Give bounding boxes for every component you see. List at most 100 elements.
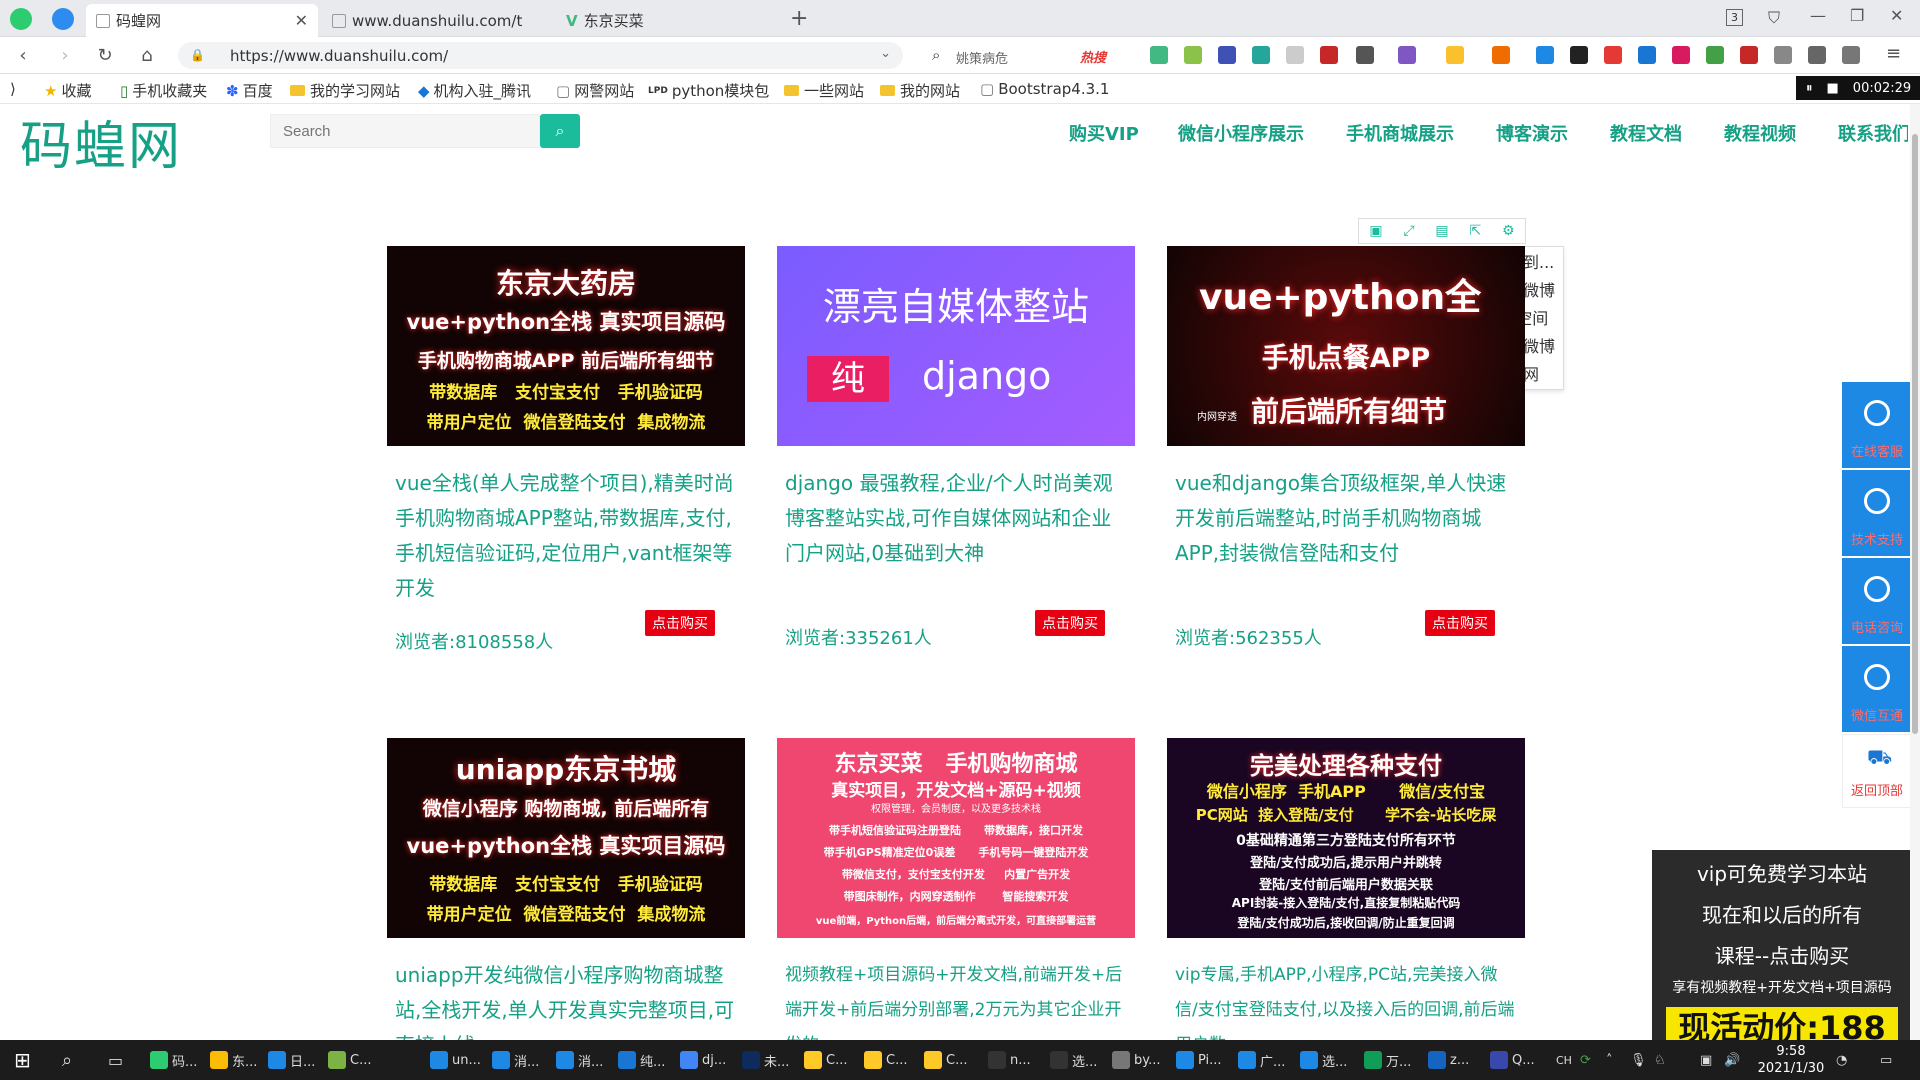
buy-button[interactable]: 点击购买 [645, 610, 715, 636]
nav-buy-vip[interactable]: 购买VIP [1069, 120, 1139, 146]
course-title[interactable]: django 最强教程,企业/个人时尚美观博客整站实战,可作自媒体网站和企业门户… [777, 466, 1135, 571]
ime-indicator[interactable]: CH [1556, 1048, 1572, 1072]
site-logo[interactable]: 码蝗网 [20, 104, 182, 179]
close-icon[interactable]: ✕ [295, 11, 308, 30]
undo-icon[interactable] [1842, 46, 1860, 64]
buy-button[interactable]: 点击购买 [1425, 610, 1495, 636]
tab-active[interactable]: 码蝗网 ✕ [86, 4, 318, 37]
minimize-button[interactable]: — [1810, 6, 1826, 25]
taskbar-app[interactable]: 选... [1050, 1048, 1097, 1072]
nav-mall[interactable]: 手机商城展示 [1346, 120, 1454, 146]
volume-icon[interactable]: 🔊 [1724, 1048, 1740, 1072]
bookmark-some-sites[interactable]: 一些网站 [784, 80, 864, 101]
bookmark-python[interactable]: LPD python模块包 [648, 80, 769, 101]
course-banner[interactable]: 漂亮自媒体整站 纯 django [777, 246, 1135, 446]
nav-blog[interactable]: 博客演示 [1496, 120, 1568, 146]
url-field[interactable]: 🔒 https://www.duanshuilu.com/ ⌄ [178, 42, 903, 69]
mic-icon[interactable]: 🎙 [1630, 1048, 1647, 1072]
extension-icon[interactable] [1252, 46, 1270, 64]
taskbar-app[interactable]: dj... [680, 1048, 726, 1072]
browser-nav-icon[interactable] [52, 8, 74, 30]
scrollbar-thumb[interactable] [1912, 134, 1918, 734]
taskbar-app[interactable]: 万... [1364, 1048, 1411, 1072]
course-title[interactable]: vue和django集合顶级框架,单人快速开发前后端整站,时尚手机购物商城APP… [1167, 466, 1525, 571]
taskbar-app[interactable]: 选... [1300, 1048, 1347, 1072]
course-banner[interactable]: vue+python全 手机点餐APP 内网穿透 前后端所有细节 [1167, 246, 1525, 446]
extension-icon[interactable] [1706, 46, 1724, 64]
site-search-button[interactable]: ⌕ [540, 114, 580, 148]
home-icon[interactable]: ⌂ [136, 45, 158, 67]
search-extension-icon[interactable] [1536, 46, 1554, 64]
taskbar-app[interactable]: C... [804, 1048, 847, 1072]
course-banner[interactable]: 完美处理各种支付 微信小程序 手机APP 微信/支付宝 PC网站 接入登陆/支付… [1167, 738, 1525, 938]
nav-videos[interactable]: 教程视频 [1724, 120, 1796, 146]
extension-icon[interactable] [1740, 46, 1758, 64]
taskbar-app[interactable]: 东... [210, 1048, 257, 1072]
tray-icon[interactable]: ⟳ [1580, 1048, 1591, 1072]
shield-icon[interactable] [1446, 46, 1464, 64]
search-icon[interactable]: ⌕ [62, 1048, 72, 1072]
expand-icon[interactable]: ⤢ [1403, 223, 1414, 239]
course-card[interactable]: vue+python全 手机点餐APP 内网穿透 前后端所有细节 vue和dja… [1167, 246, 1525, 676]
scissors-icon[interactable] [1356, 46, 1374, 64]
course-card[interactable]: 东京大药房 vue+python全栈 真实项目源码 手机购物商城APP 前后端所… [387, 246, 745, 676]
course-banner[interactable]: 东京买菜 手机购物商城 真实项目，开发文档+源码+视频 权限管理，会员制度，以及… [777, 738, 1135, 938]
taskbar-app[interactable]: 消... [492, 1048, 539, 1072]
nav-contact[interactable]: 联系我们 [1838, 120, 1908, 146]
tab-duanshuilu[interactable]: www.duanshuilu.com/t [322, 4, 554, 37]
bookmark-favorites[interactable]: ★ 收藏 [44, 80, 91, 101]
tab-count-badge[interactable]: 3 [1726, 9, 1743, 26]
taskbar-app[interactable]: 未... [742, 1048, 789, 1072]
vip-promo[interactable]: vip可免费学习本站 现在和以后的所有 课程--点击购买 享有视频教程+开发文档… [1652, 850, 1912, 1049]
taskbar-app[interactable]: C... [864, 1048, 907, 1072]
new-tab-button[interactable]: + [790, 6, 808, 31]
taskbar-app[interactable]: 纯... [618, 1048, 665, 1072]
extension-icon[interactable] [1492, 46, 1510, 64]
chevron-up-icon[interactable]: ˄ [1606, 1048, 1613, 1072]
extension-icon[interactable] [1218, 46, 1236, 64]
restore-button[interactable]: ❐ [1850, 6, 1864, 25]
recording-widget[interactable]: ⏸ ■ 00:02:29 [1796, 76, 1920, 100]
bookmark-my-sites[interactable]: 我的网站 [880, 80, 960, 101]
grid-icon[interactable] [1808, 46, 1826, 64]
notification-icon[interactable]: ◔ [1836, 1048, 1847, 1072]
browser-logo-icon[interactable] [10, 8, 32, 30]
course-card[interactable]: 东京买菜 手机购物商城 真实项目，开发文档+源码+视频 权限管理，会员制度，以及… [777, 738, 1135, 1040]
bookmark-mobile[interactable]: ▯ 手机收藏夹 [120, 80, 207, 101]
taskbar-app[interactable]: Pi... [1176, 1048, 1222, 1072]
forward-icon[interactable]: › [54, 45, 76, 67]
page-scrollbar[interactable] [1910, 104, 1920, 1040]
hot-search-label[interactable]: 热搜 [1080, 47, 1106, 66]
buy-button[interactable]: 点击购买 [1035, 610, 1105, 636]
reload-icon[interactable]: ↻ [94, 45, 116, 67]
stop-icon[interactable]: ■ [1827, 81, 1839, 96]
course-title[interactable]: vue全栈(单人完成整个项目),精美时尚手机购物商城APP整站,带数据库,支付,… [387, 466, 745, 606]
vue-extension-icon[interactable] [1150, 46, 1168, 64]
extension-icon[interactable] [1672, 46, 1690, 64]
network-icon[interactable]: ▣ [1700, 1048, 1712, 1072]
browser-search[interactable]: ⌕ 姚策病危 热搜 [922, 42, 1132, 69]
site-search-input[interactable] [271, 115, 531, 147]
action-center-icon[interactable]: ▭ [1880, 1048, 1892, 1072]
save-icon[interactable]: ▤ [1435, 223, 1448, 239]
menu-icon[interactable]: ≡ [1886, 43, 1901, 64]
pause-icon[interactable]: ⏸ [1806, 81, 1813, 96]
extension-icon[interactable] [1604, 46, 1622, 64]
tray-icon[interactable]: ♘ [1654, 1048, 1666, 1072]
sidebar-back-to-top[interactable]: ⛟ 返回顶部 [1842, 734, 1912, 808]
back-icon[interactable]: ‹ [12, 45, 34, 67]
bookmark-tencent[interactable]: ◆ 机构入驻_腾讯 [418, 80, 531, 101]
extension-icon[interactable] [1398, 46, 1416, 64]
course-title[interactable]: uniapp开发纯微信小程序购物商城整站,全栈开发,单人开发真实完整项目,可直接… [387, 958, 745, 1040]
taskbar-app[interactable]: by... [1112, 1048, 1161, 1072]
taskbar-app[interactable]: n... [988, 1048, 1031, 1072]
course-card[interactable]: 漂亮自媒体整站 纯 django django 最强教程,企业/个人时尚美观博客… [777, 246, 1135, 676]
taskbar-app[interactable]: 码... [150, 1048, 197, 1072]
taskbar-app[interactable]: 广... [1238, 1048, 1285, 1072]
extension-icon[interactable] [1638, 46, 1656, 64]
taskbar-app[interactable]: un... [430, 1048, 481, 1072]
share-icon[interactable]: ⇱ [1469, 223, 1481, 239]
system-clock[interactable]: 9:58 2021/1/30 [1756, 1043, 1826, 1077]
bookmark-icon[interactable]: ▣ [1369, 223, 1382, 239]
dropdown-icon[interactable]: ⌄ [880, 46, 891, 61]
